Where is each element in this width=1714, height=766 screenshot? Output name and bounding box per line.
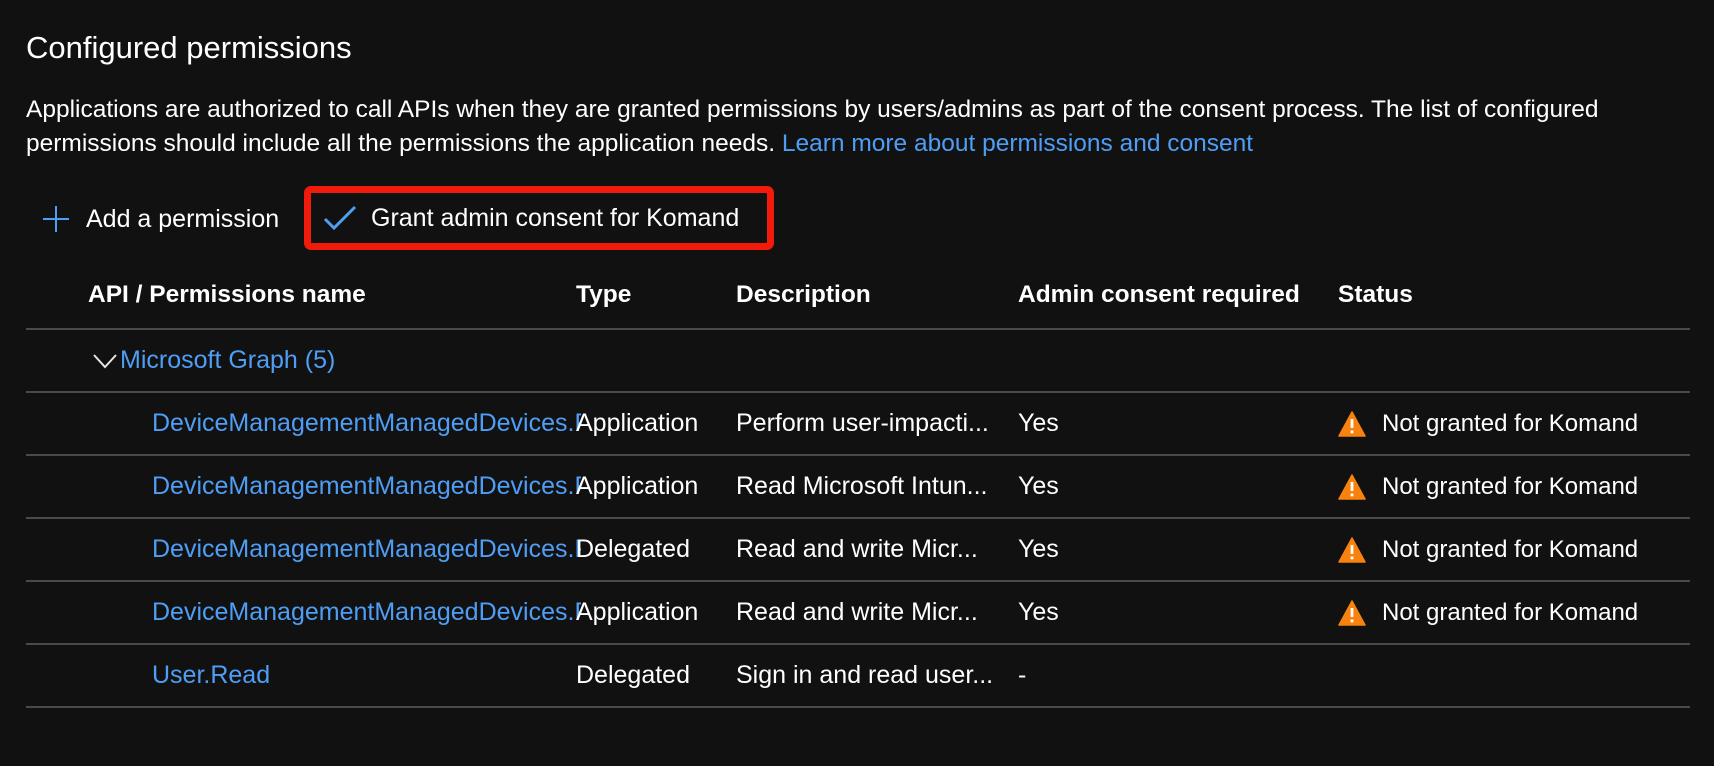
- status-text: Not granted for Komand: [1382, 598, 1639, 626]
- permission-name: User.Read: [152, 661, 271, 689]
- status-text: Not granted for Komand: [1382, 409, 1639, 437]
- description-text: Read and write Micr...: [736, 535, 978, 563]
- status-cell: Not granted for Komand: [1338, 519, 1688, 580]
- permission-description: Sign in and read user...: [736, 645, 1001, 706]
- admin-consent-value: Yes: [1018, 598, 1059, 626]
- permission-name-link[interactable]: DeviceManagementManagedDevices.P: [152, 582, 581, 643]
- toolbar: Add a permission Grant admin consent for…: [26, 186, 926, 252]
- permission-name-link[interactable]: DeviceManagementManagedDevices.P: [152, 519, 581, 580]
- description-text: Read and write Micr...: [736, 598, 978, 626]
- grant-admin-consent-label: Grant admin consent for Komand: [371, 203, 740, 232]
- page-title: Configured permissions: [26, 30, 352, 65]
- table-row: DeviceManagementManagedDevices.P Applica…: [26, 582, 1690, 645]
- permission-type: Application: [576, 472, 699, 500]
- status-text: Not granted for Komand: [1382, 472, 1639, 500]
- table-header: API / Permissions name Type Description …: [26, 262, 1690, 330]
- permission-name: DeviceManagementManagedDevices.P: [152, 535, 581, 563]
- permission-type: Application: [576, 598, 699, 626]
- warning-triangle-icon: [1338, 473, 1366, 500]
- table-row: DeviceManagementManagedDevices.P Delegat…: [26, 519, 1690, 582]
- permission-name: DeviceManagementManagedDevices.P: [152, 409, 581, 437]
- permission-name-link[interactable]: DeviceManagementManagedDevices.P: [152, 456, 581, 517]
- description-text: Read Microsoft Intun...: [736, 472, 988, 500]
- permission-description: Read Microsoft Intun...: [736, 456, 1001, 517]
- chevron-down-icon: [93, 353, 117, 368]
- add-permission-button[interactable]: Add a permission: [42, 186, 279, 252]
- plus-icon: [43, 206, 69, 232]
- column-header-name[interactable]: API / Permissions name: [88, 262, 558, 328]
- permission-description: Perform user-impacti...: [736, 393, 1001, 454]
- permission-description: Read and write Micr...: [736, 582, 1001, 643]
- status-cell: Not granted for Komand: [1338, 456, 1688, 517]
- admin-consent-value: -: [1018, 661, 1027, 689]
- status-cell: [1338, 645, 1688, 706]
- permission-description: Read and write Micr...: [736, 519, 1001, 580]
- permission-type: Application: [576, 409, 699, 437]
- table-row: DeviceManagementManagedDevices.P Applica…: [26, 456, 1690, 519]
- group-row: Microsoft Graph (5): [26, 330, 1690, 393]
- permission-name: DeviceManagementManagedDevices.P: [152, 472, 581, 500]
- table-row: User.Read Delegated Sign in and read use…: [26, 645, 1690, 708]
- status-cell: Not granted for Komand: [1338, 393, 1688, 454]
- admin-consent-value: Yes: [1018, 472, 1059, 500]
- column-header-description[interactable]: Description: [736, 262, 1001, 328]
- column-header-admin-consent[interactable]: Admin consent required: [1018, 262, 1318, 328]
- permission-name-link[interactable]: User.Read: [152, 645, 581, 706]
- column-header-status[interactable]: Status: [1338, 262, 1688, 328]
- permission-name: DeviceManagementManagedDevices.P: [152, 598, 581, 626]
- admin-consent-value: Yes: [1018, 535, 1059, 563]
- add-permission-label: Add a permission: [86, 204, 280, 233]
- grant-admin-consent-button[interactable]: Grant admin consent for Komand: [304, 186, 774, 250]
- intro-text: Applications are authorized to call APIs…: [26, 93, 1706, 161]
- warning-triangle-icon: [1338, 410, 1366, 437]
- description-text: Perform user-impacti...: [736, 409, 989, 437]
- permission-type: Delegated: [576, 661, 690, 689]
- column-header-type[interactable]: Type: [576, 262, 726, 328]
- warning-triangle-icon: [1338, 536, 1366, 563]
- permissions-table: API / Permissions name Type Description …: [26, 262, 1690, 708]
- learn-more-link[interactable]: Learn more about permissions and consent: [782, 130, 1253, 157]
- status-text: Not granted for Komand: [1382, 535, 1639, 563]
- permission-name-link[interactable]: DeviceManagementManagedDevices.P: [152, 393, 581, 454]
- group-label: Microsoft Graph (5): [120, 346, 336, 374]
- group-toggle[interactable]: Microsoft Graph (5): [92, 330, 335, 391]
- permission-type: Delegated: [576, 535, 690, 563]
- admin-consent-value: Yes: [1018, 409, 1059, 437]
- warning-triangle-icon: [1338, 599, 1366, 626]
- status-cell: Not granted for Komand: [1338, 582, 1688, 643]
- check-icon: [323, 205, 357, 231]
- table-row: DeviceManagementManagedDevices.P Applica…: [26, 393, 1690, 456]
- description-text: Sign in and read user...: [736, 661, 994, 689]
